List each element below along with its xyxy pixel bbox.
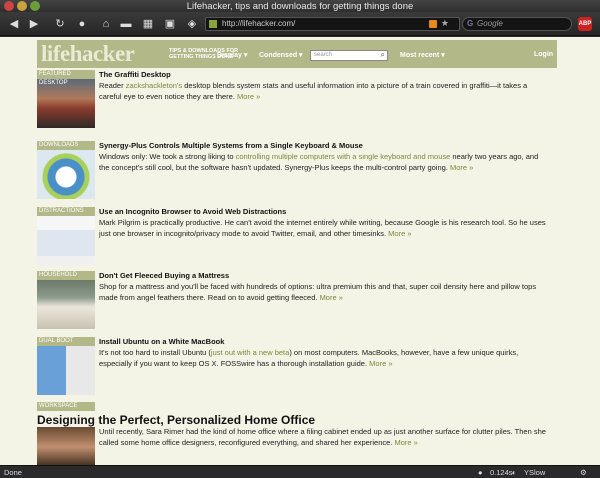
article-summary: Until recently, Sara Rimer had the kind …: [99, 427, 549, 448]
more-link[interactable]: More »: [320, 293, 343, 302]
save-page-icon[interactable]: ▣: [162, 16, 178, 32]
url-text: http://lifehacker.com/: [222, 19, 296, 28]
summary-text: It's not too hard to install Ubuntu (: [99, 348, 211, 357]
search-icon[interactable]: ⌕: [381, 50, 385, 60]
article-item: HOUSEHOLD Don't Get Fleeced Buying a Mat…: [37, 271, 557, 333]
yslow-icon[interactable]: ◐: [512, 468, 517, 477]
site-search-placeholder: search: [314, 52, 333, 58]
adblock-icon[interactable]: ABP: [578, 17, 592, 31]
home-office-image: [37, 427, 95, 465]
home-icon[interactable]: ⌂: [98, 16, 114, 32]
most-recent-menu[interactable]: Most recent ▾: [400, 51, 445, 59]
site-logo[interactable]: lifehacker: [41, 41, 135, 67]
article-item: DOWNLOADS Synergy-Plus Controls Multiple…: [37, 141, 557, 203]
featured-article: Until recently, Sara Rimer had the kind …: [37, 427, 557, 465]
article-title[interactable]: Use an Incognito Browser to Avoid Web Di…: [99, 207, 286, 216]
summary-link[interactable]: just out with a new beta: [211, 348, 289, 357]
site-header: lifehacker TIPS & DOWNLOADS FOR GETTING …: [37, 40, 557, 68]
article-thumbnail[interactable]: DUAL BOOT: [37, 337, 95, 395]
tools-icon[interactable]: ◈: [184, 16, 200, 32]
rss-feed-icon[interactable]: [429, 20, 437, 28]
article-summary: It's not too hard to install Ubuntu (jus…: [99, 348, 549, 369]
site-search-input[interactable]: search ⌕: [310, 50, 388, 61]
bookmark-star-icon[interactable]: ★: [441, 18, 449, 29]
article-thumbnail[interactable]: DISTRACTIONS: [37, 207, 95, 265]
category-label[interactable]: DISTRACTIONS: [37, 207, 95, 216]
search-placeholder: Google: [477, 19, 503, 28]
article-item: DUAL BOOT Install Ubuntu on a White MacB…: [37, 337, 557, 399]
web-search-input[interactable]: G Google: [462, 17, 572, 31]
article-summary: Mark Pilgrim is practically productive. …: [99, 218, 549, 239]
summary-text: Reader: [99, 81, 126, 90]
web-page: lifehacker TIPS & DOWNLOADS FOR GETTING …: [0, 37, 600, 465]
article-thumbnail[interactable]: FEATURED DESKTOP: [37, 70, 95, 128]
summary-text: Until recently, Sara Rimer had the kind …: [99, 427, 546, 447]
summary-link[interactable]: controlling multiple computers with a si…: [236, 152, 451, 161]
more-link[interactable]: More »: [450, 163, 473, 172]
synergy-logo-image: [37, 150, 95, 199]
yslow-label[interactable]: YSlow: [524, 468, 545, 477]
article-title[interactable]: Synergy-Plus Controls Multiple Systems f…: [99, 141, 363, 150]
more-link[interactable]: More »: [369, 359, 392, 368]
forward-arrow-icon[interactable]: ▶: [26, 16, 42, 32]
login-link[interactable]: Login: [534, 51, 553, 58]
reload-icon[interactable]: ↻: [52, 16, 68, 32]
category-label[interactable]: DOWNLOADS: [37, 141, 95, 150]
google-icon: G: [467, 19, 474, 28]
article-title[interactable]: Don't Get Fleeced Buying a Mattress: [99, 271, 229, 280]
bookmark-manager-icon[interactable]: ▦: [140, 16, 156, 32]
summary-text: Windows only: We took a strong liking to: [99, 152, 236, 161]
more-link[interactable]: More »: [237, 92, 260, 101]
window-titlebar: Lifehacker, tips and downloads for getti…: [0, 0, 600, 12]
article-summary: Reader zackshackleton's desktop blends s…: [99, 81, 549, 102]
article-summary: Shop for a mattress and you'll be faced …: [99, 282, 549, 303]
article-title[interactable]: The Graffiti Desktop: [99, 70, 171, 79]
browser-toolbar: ◀ ▶ ↻ ● ⌂ ▬ ▦ ▣ ◈ http://lifehacker.com/…: [0, 12, 600, 36]
mattress-image: [37, 280, 95, 329]
article-title[interactable]: Install Ubuntu on a White MacBook: [99, 337, 224, 346]
status-bar: Done ● 0.124s ◐ YSlow ⚙: [0, 465, 600, 478]
more-link[interactable]: More »: [388, 229, 411, 238]
article-thumbnail[interactable]: DOWNLOADS: [37, 141, 95, 199]
article-thumbnail[interactable]: [37, 427, 95, 465]
status-text: Done: [4, 468, 22, 477]
incognito-menu-image: [37, 216, 95, 265]
article-item: FEATURED DESKTOP The Graffiti Desktop Re…: [37, 70, 557, 132]
article-item: DISTRACTIONS Use an Incognito Browser to…: [37, 207, 557, 269]
load-time: 0.124s: [490, 468, 513, 477]
category-label[interactable]: DUAL BOOT: [37, 337, 95, 346]
address-bar[interactable]: http://lifehacker.com/ ★: [205, 17, 460, 31]
summary-text: Shop for a mattress and you'll be faced …: [99, 282, 537, 302]
firebug-icon[interactable]: ●: [478, 468, 483, 477]
more-link[interactable]: More »: [394, 438, 417, 447]
display-menu[interactable]: Display ▾: [217, 51, 247, 59]
category-label[interactable]: FEATURED DESKTOP: [37, 70, 95, 86]
back-arrow-icon[interactable]: ◀: [6, 16, 22, 32]
summary-text: Mark Pilgrim is practically productive. …: [99, 218, 546, 238]
ubuntu-macbook-image: [37, 346, 95, 395]
folder-icon[interactable]: ▬: [118, 16, 134, 32]
featured-article-title[interactable]: Designing the Perfect, Personalized Home…: [37, 413, 315, 427]
site-favicon-icon: [209, 20, 217, 28]
category-label[interactable]: WORKSPACE: [37, 402, 95, 411]
window-title: Lifehacker, tips and downloads for getti…: [186, 1, 414, 12]
article-summary: Windows only: We took a strong liking to…: [99, 152, 549, 173]
stop-icon[interactable]: ●: [74, 16, 90, 32]
category-label[interactable]: HOUSEHOLD: [37, 271, 95, 280]
article-thumbnail[interactable]: HOUSEHOLD: [37, 271, 95, 329]
condensed-menu[interactable]: Condensed ▾: [259, 51, 303, 59]
settings-gear-icon[interactable]: ⚙: [580, 468, 587, 477]
summary-link[interactable]: zackshackleton's: [126, 81, 182, 90]
